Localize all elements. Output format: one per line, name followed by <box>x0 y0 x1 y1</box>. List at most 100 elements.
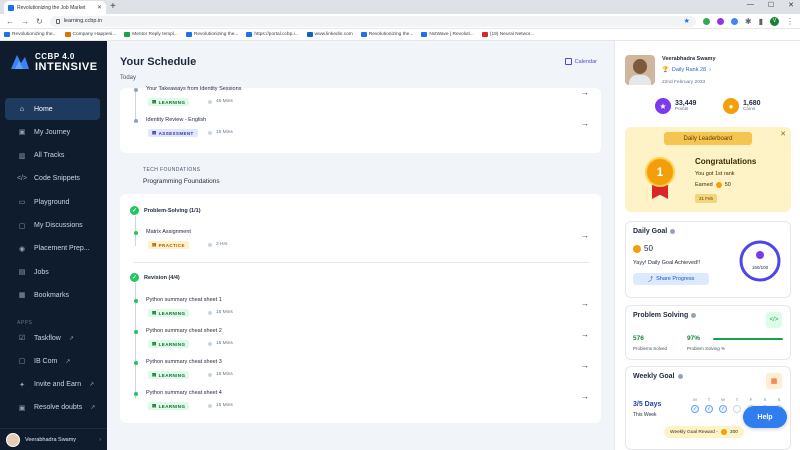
clock-icon <box>208 242 212 247</box>
group-header: ✓ Problem-Solving (1/1) <box>130 206 201 215</box>
duration-text: 15 Mins <box>216 372 233 377</box>
user-menu[interactable]: Veerabhadra Swamy › <box>0 428 107 450</box>
sidebar-app-resolve-doubts[interactable]: ▣ Resolve doubts ↗ <box>5 397 100 419</box>
bookmark-item[interactable]: Revolutionizing the... <box>360 32 413 37</box>
code-icon: </> <box>766 312 782 328</box>
daily-rank-link[interactable]: 🏆 Daily Rank 28 › <box>662 67 711 73</box>
sidebar-item-bookmarks[interactable]: ▦ Bookmarks <box>5 284 100 306</box>
close-window-icon[interactable]: ✕ <box>788 1 794 9</box>
clock-icon <box>208 403 212 408</box>
weekday-letter: F <box>749 397 753 402</box>
reward-label: Weekly Goal Reward - <box>670 429 718 435</box>
extension-icon[interactable] <box>730 17 738 25</box>
arrow-right-icon[interactable]: → <box>581 231 589 240</box>
info-icon[interactable] <box>677 374 683 379</box>
check-icon: ✓ <box>719 405 727 413</box>
weekday-indicator: T✓ <box>704 397 714 413</box>
sidebar-item-jobs[interactable]: ▤ Jobs <box>5 261 100 283</box>
sidebar-item-placement-prep[interactable]: ◉ Placement Prep... <box>5 238 100 260</box>
extension-icon[interactable] <box>716 17 724 25</box>
sidebar-item-my-discussions[interactable]: ▢ My Discussions <box>5 215 100 237</box>
browser-tab[interactable]: Revolutionizing the Job Market ✕ <box>4 1 106 14</box>
bookmark-favicon-icon <box>360 32 367 37</box>
extension-icon[interactable] <box>702 17 710 25</box>
sidebar-app-ib-com[interactable]: ▢ IB Com ↗ <box>5 350 100 372</box>
arrow-right-icon[interactable]: → <box>581 330 589 339</box>
address-bar-row: ← → ↻ learning.ccbp.in ★ ✱ ▮ V ⋮ <box>0 14 800 29</box>
sidepanel-icon[interactable]: ▮ <box>759 17 763 26</box>
tag-label: LEARNING <box>158 341 186 347</box>
sidebar-app-invite-and-earn[interactable]: ✦ Invite and Earn ↗ <box>5 374 100 396</box>
page-title: Your Schedule <box>120 56 197 68</box>
puzzle-icon[interactable]: ✱ <box>745 17 752 26</box>
bookmark-item[interactable]: Company Happeni... <box>64 32 116 37</box>
calendar-icon: ▦ <box>766 373 782 389</box>
status-dot <box>134 392 138 396</box>
bookmark-label: (19) Neural Networ... <box>489 32 535 37</box>
schedule-item[interactable]: Python summary cheat sheet 4 ▤ LEARNING 15 … <box>134 388 589 416</box>
arrow-right-icon[interactable]: → <box>581 392 589 401</box>
calendar-link[interactable]: Calendar <box>564 58 597 65</box>
forward-icon[interactable]: → <box>21 17 29 26</box>
url-input[interactable]: learning.ccbp.in ★ <box>49 15 696 27</box>
bookmark-item[interactable]: www.linkedin.com <box>306 32 353 37</box>
profile-avatar[interactable]: V <box>770 16 779 26</box>
logo[interactable]: CCBP 4.0 INTENSIVE <box>9 51 98 73</box>
item-duration: 15 Mins <box>208 403 233 408</box>
info-icon[interactable] <box>691 313 697 318</box>
bookmark-item[interactable]: NxtWave | Revoluti... <box>421 32 474 37</box>
item-name: Identity Review - English <box>146 117 207 123</box>
sidebar-item-playground[interactable]: ▭ Playground <box>5 191 100 213</box>
menu-icon[interactable]: ⋮ <box>786 17 794 26</box>
bookmark-label: Revolutionizing the... <box>193 32 239 37</box>
schedule-item[interactable]: Python summary cheat sheet 2 ▤ LEARNING 15 … <box>134 326 589 354</box>
tag-icon: ▤ <box>152 242 157 247</box>
schedule-item[interactable]: Python summary cheat sheet 1 ▤ LEARNING 15 … <box>134 295 589 323</box>
new-tab-icon[interactable]: + <box>110 1 116 12</box>
coin-icon <box>720 429 727 435</box>
reload-icon[interactable]: ↻ <box>36 17 43 26</box>
bookmark-item[interactable]: Mentor Reply templ... <box>124 32 178 37</box>
earned-row: Earned 50 <box>695 182 731 188</box>
problem-solving-percent-label: Problem Solving % <box>687 346 726 351</box>
maximize-icon[interactable]: ☐ <box>768 1 774 9</box>
schedule-item[interactable]: Matrix Assignment ▤ PRACTICE 2 Hrs → <box>134 227 589 255</box>
leaderboard-card[interactable]: Daily Leaderboard ✕ 1 Congratulations Yo… <box>625 127 791 212</box>
bookmark-item[interactable]: Revolutionizing the... <box>185 32 239 37</box>
share-progress-button[interactable]: ⤴ Share Progress <box>633 273 709 285</box>
sidebar-item-label: Playground <box>34 198 70 206</box>
sidebar-item-my-journey[interactable]: ▣ My Journey <box>5 121 100 143</box>
arrow-right-icon[interactable]: → <box>581 361 589 370</box>
schedule-item[interactable]: Identity Review - English ▤ ASSESSMENT 15 M… <box>134 115 589 143</box>
help-button[interactable]: Help <box>743 406 787 428</box>
sidebar-item-all-tracks[interactable]: ▥ All Tracks <box>5 145 100 167</box>
sidebar-app-taskflow[interactable]: ☑ Taskflow ↗ <box>5 327 100 349</box>
sidebar-item-code-snippets[interactable]: </> Code Snippets <box>5 168 100 190</box>
item-name: Python summary cheat sheet 1 <box>146 297 222 303</box>
external-link-icon: ↗ <box>68 335 74 342</box>
bookmark-star-icon[interactable]: ★ <box>684 17 690 25</box>
problem-solving-card: Problem Solving </> 576 Problems Solved … <box>625 305 791 360</box>
schedule-item[interactable]: Python summary cheat sheet 3 ▤ LEARNING 15 … <box>134 357 589 385</box>
sidebar-item-label: Code Snippets <box>34 175 80 183</box>
close-icon[interactable]: ✕ <box>780 130 786 138</box>
page-subtitle: Today <box>120 75 137 81</box>
external-link-icon: ↗ <box>90 405 96 412</box>
minimize-icon[interactable]: — <box>747 1 754 9</box>
arrow-right-icon[interactable]: → <box>581 88 589 97</box>
arrow-right-icon[interactable]: → <box>581 299 589 308</box>
sidebar-item-home[interactable]: ⌂ Home <box>5 98 100 120</box>
bookmark-item[interactable]: https://portal.ccbp.i... <box>246 32 299 37</box>
item-name: Your Takeaways from Identity Sessions <box>146 86 242 92</box>
arrow-right-icon[interactable]: → <box>581 119 589 128</box>
bookmark-item[interactable]: Revolutionizing the... <box>4 32 57 37</box>
bookmark-item[interactable]: (19) Neural Networ... <box>481 32 535 37</box>
group-title: Revision (4/4) <box>144 274 180 281</box>
info-icon[interactable] <box>670 229 676 234</box>
sidebar-item-label: All Tracks <box>34 152 65 160</box>
schedule-item[interactable]: Your Takeaways from Identity Sessions ▤ LE… <box>134 84 589 112</box>
back-icon[interactable]: ← <box>6 17 14 26</box>
profile-date: 22nd February 2023 <box>662 80 706 85</box>
sidebar-item-label: Home <box>34 105 53 113</box>
close-tab-icon[interactable]: ✕ <box>97 4 102 11</box>
